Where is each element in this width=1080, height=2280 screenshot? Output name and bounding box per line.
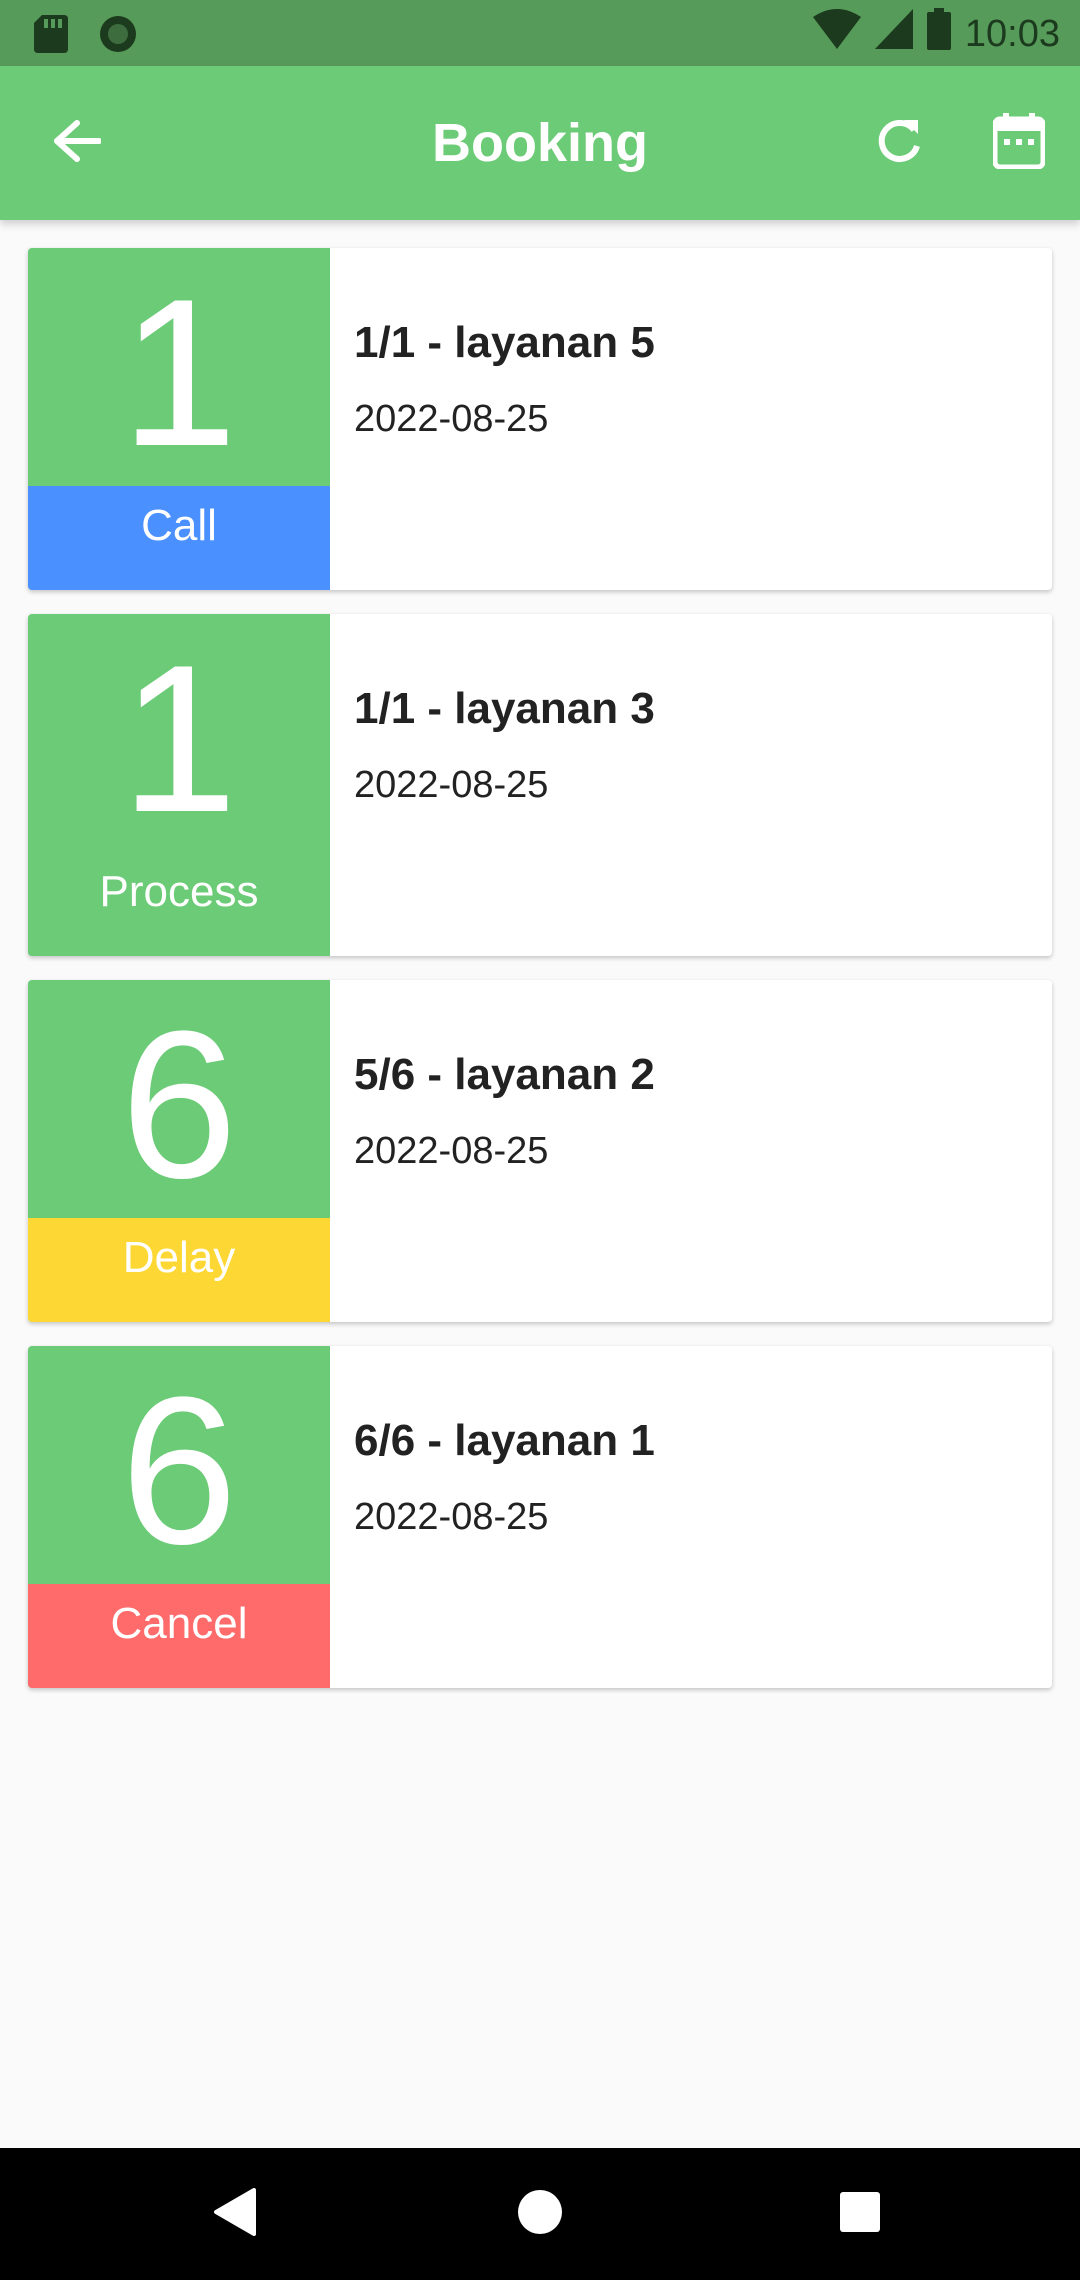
circle-notification-icon xyxy=(98,14,138,59)
status-label: Process xyxy=(28,852,330,956)
booking-date: 2022-08-25 xyxy=(354,1496,549,1538)
booking-info: 5/6 - layanan 2 2022-08-25 xyxy=(330,980,1052,1322)
queue-number: 1 xyxy=(120,621,238,856)
nav-back-button[interactable] xyxy=(198,2178,270,2250)
system-nav-bar xyxy=(0,2148,1080,2280)
refresh-icon xyxy=(874,116,924,171)
recents-square-icon xyxy=(838,2190,882,2239)
booking-card[interactable]: 1 Call 1/1 - layanan 5 2022-08-25 xyxy=(28,248,1052,590)
booking-card[interactable]: 6 Cancel 6/6 - layanan 1 2022-08-25 xyxy=(28,1346,1052,1688)
queue-number: 6 xyxy=(120,987,238,1222)
status-left-icons xyxy=(34,14,138,59)
nav-recents-button[interactable] xyxy=(824,2178,896,2250)
queue-box: 1 Process xyxy=(28,614,330,956)
booking-list: 1 Call 1/1 - layanan 5 2022-08-25 1 Proc… xyxy=(28,248,1052,1712)
booking-date: 2022-08-25 xyxy=(354,764,549,806)
status-label: Call xyxy=(28,486,330,590)
queue-number: 6 xyxy=(120,1353,238,1588)
booking-name: 1/1 - layanan 3 xyxy=(354,684,655,733)
booking-info: 1/1 - layanan 5 2022-08-25 xyxy=(330,248,1052,590)
app-bar: Booking xyxy=(0,66,1080,220)
status-label: Cancel xyxy=(28,1584,330,1688)
booking-name: 6/6 - layanan 1 xyxy=(354,1416,655,1465)
booking-name: 5/6 - layanan 2 xyxy=(354,1050,655,1099)
booking-date: 2022-08-25 xyxy=(354,398,549,440)
booking-info: 1/1 - layanan 3 2022-08-25 xyxy=(330,614,1052,956)
nav-home-button[interactable] xyxy=(504,2178,576,2250)
queue-box: 1 Call xyxy=(28,248,330,590)
wifi-icon xyxy=(812,9,861,59)
calendar-icon xyxy=(992,112,1046,174)
status-bar: 10:03 xyxy=(0,0,1080,66)
booking-name: 1/1 - layanan 5 xyxy=(354,318,655,367)
calendar-button[interactable] xyxy=(986,110,1052,176)
status-right-area: 10:03 xyxy=(812,8,1060,60)
booking-card[interactable]: 1 Process 1/1 - layanan 3 2022-08-25 xyxy=(28,614,1052,956)
booking-date: 2022-08-25 xyxy=(354,1130,549,1172)
status-time: 10:03 xyxy=(964,12,1060,55)
refresh-button[interactable] xyxy=(866,110,932,176)
queue-box: 6 Delay xyxy=(28,980,330,1322)
battery-icon xyxy=(926,8,951,60)
queue-number: 1 xyxy=(120,255,238,490)
back-triangle-icon xyxy=(212,2187,256,2241)
queue-box: 6 Cancel xyxy=(28,1346,330,1688)
signal-icon xyxy=(874,9,913,59)
sd-card-icon xyxy=(34,15,68,58)
booking-info: 6/6 - layanan 1 2022-08-25 xyxy=(330,1346,1052,1688)
status-label: Delay xyxy=(28,1218,330,1322)
booking-card[interactable]: 6 Delay 5/6 - layanan 2 2022-08-25 xyxy=(28,980,1052,1322)
home-circle-icon xyxy=(516,2188,564,2241)
